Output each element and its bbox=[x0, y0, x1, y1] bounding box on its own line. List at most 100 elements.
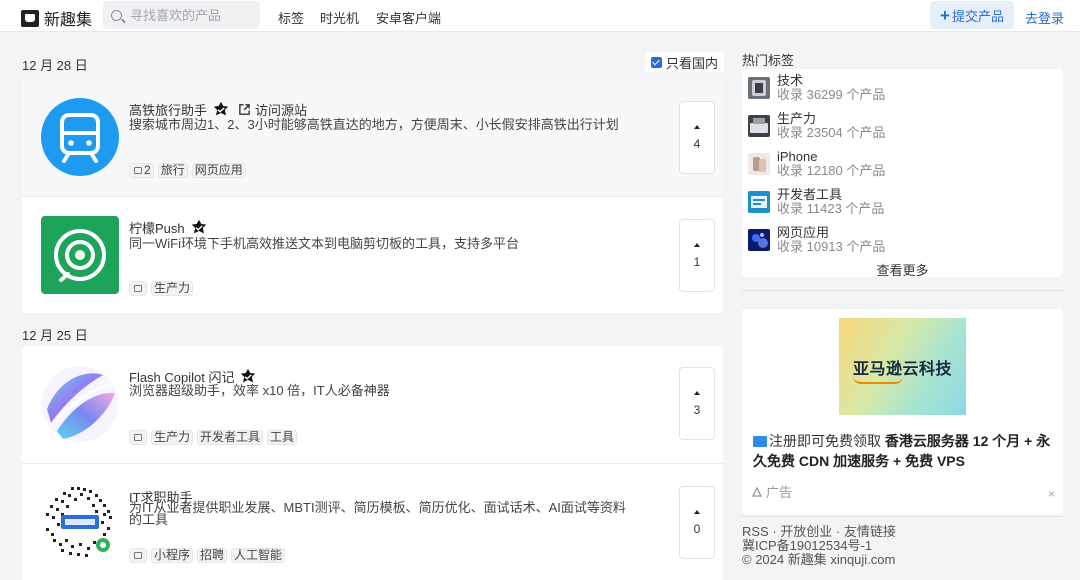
comment-count-chip[interactable] bbox=[129, 548, 147, 563]
vote-count: 3 bbox=[693, 402, 701, 417]
ad-text[interactable]: 注册即可免费领取 香港云服务器 12 个月 + 永久免费 CDN 加速服务 + … bbox=[753, 431, 1058, 471]
comment-icon bbox=[134, 434, 142, 441]
tag-chip[interactable]: 人工智能 bbox=[231, 548, 286, 563]
divider bbox=[742, 516, 1063, 517]
amazon-smile-icon bbox=[853, 376, 903, 384]
domestic-only-label: 只看国内 bbox=[666, 55, 719, 71]
tag-chip[interactable]: 开发者工具 bbox=[197, 430, 264, 445]
vote-count: 0 bbox=[693, 521, 701, 536]
submit-product-button[interactable]: + 提交产品 bbox=[930, 1, 1014, 29]
hot-tag-item[interactable]: 开发者工具 收录 11423 个产品 bbox=[748, 183, 884, 221]
tag-count: 收录 36299 个产品 bbox=[777, 87, 886, 102]
tag-name: 生产力 bbox=[777, 111, 817, 126]
ad-text-prefix: 注册即可免费领取 bbox=[769, 433, 885, 449]
comment-icon bbox=[134, 285, 142, 292]
product-description: 同一WiFi环境下手机高效推送文本到电脑剪切板的工具，支持多平台 bbox=[129, 236, 519, 251]
plus-icon: + bbox=[940, 5, 950, 25]
comment-icon bbox=[134, 552, 142, 559]
vote-count: 1 bbox=[693, 254, 701, 269]
product-description: 浏览器超级助手，效率 x10 倍，IT人必备神器 bbox=[129, 383, 390, 398]
tag-count: 收录 10913 个产品 bbox=[777, 239, 886, 254]
flash-copilot-icon[interactable] bbox=[41, 365, 119, 443]
upvote-button[interactable]: 1 bbox=[679, 219, 715, 292]
upvote-arrow-icon bbox=[694, 509, 700, 514]
webapp-thumb bbox=[748, 229, 770, 251]
footer: RSS · 开放创业 · 友情链接 冀ICP备19012534号-1 © 202… bbox=[742, 525, 896, 567]
top-nav: 新趣集 标签 时光机 安卓客户端 + 提交产品 去登录 bbox=[0, 0, 1080, 32]
search-icon bbox=[111, 9, 122, 21]
product-list-card: Flash Copilot 闪记 浏览器超级助手，效率 x10 倍，IT人必备神… bbox=[22, 346, 723, 580]
productivity-thumb bbox=[748, 115, 770, 137]
comment-icon bbox=[134, 167, 142, 174]
external-link-icon bbox=[239, 104, 250, 115]
footer-links[interactable]: RSS · 开放创业 · 友情链接 bbox=[742, 525, 896, 539]
see-more-link[interactable]: 查看更多 bbox=[742, 260, 1063, 279]
tag-name: 网页应用 bbox=[777, 225, 830, 240]
upvote-button[interactable]: 3 bbox=[679, 367, 715, 440]
hot-tags-title: 热门标签 bbox=[742, 53, 795, 68]
tag-chip[interactable]: 网页应用 bbox=[191, 163, 246, 178]
ad-image[interactable]: 亚马逊云科技 bbox=[839, 318, 966, 415]
tag-chip[interactable]: 生产力 bbox=[151, 430, 194, 445]
hot-tag-item[interactable]: 网页应用 收录 10913 个产品 bbox=[748, 221, 885, 259]
qr-code-icon[interactable] bbox=[41, 483, 119, 561]
ad-card[interactable]: 亚马逊云科技 注册即可免费领取 香港云服务器 12 个月 + 永久免费 CDN … bbox=[742, 309, 1063, 514]
logo-icon bbox=[21, 9, 39, 27]
comment-count-chip[interactable] bbox=[129, 281, 147, 296]
close-icon[interactable]: × bbox=[1048, 487, 1055, 501]
verified-badge-icon bbox=[213, 101, 229, 115]
nav-android[interactable]: 安卓客户端 bbox=[376, 8, 441, 27]
comment-count: 2 bbox=[144, 163, 151, 177]
comment-count-chip[interactable]: 2 bbox=[129, 163, 154, 178]
upvote-arrow-icon bbox=[694, 242, 700, 247]
product-item[interactable]: 高铁旅行助手 访问源站 搜索城市周边1、2、3小时能够高铁直达的地方，方便周末、… bbox=[22, 79, 723, 196]
comment-count-chip[interactable] bbox=[129, 430, 147, 445]
ad-triangle-icon bbox=[752, 486, 762, 497]
divider bbox=[742, 290, 1063, 291]
tag-chip[interactable]: 招聘 bbox=[197, 548, 228, 563]
nav-tags[interactable]: 标签 bbox=[278, 8, 304, 27]
tag-count: 收录 12180 个产品 bbox=[777, 163, 886, 178]
tag-chip[interactable]: 小程序 bbox=[151, 548, 194, 563]
tag-name: 技术 bbox=[777, 73, 804, 88]
ad-label: 广告 bbox=[752, 482, 792, 501]
verified-badge-icon bbox=[191, 219, 206, 233]
tag-chip[interactable]: 生产力 bbox=[151, 281, 194, 296]
upvote-arrow-icon bbox=[694, 390, 700, 395]
lemon-push-icon[interactable] bbox=[41, 216, 119, 294]
vote-count: 4 bbox=[693, 136, 701, 151]
logo[interactable]: 新趣集 bbox=[21, 6, 92, 30]
upvote-button[interactable]: 4 bbox=[679, 101, 715, 174]
checkbox-checked-icon[interactable] bbox=[651, 56, 662, 68]
date-header: 12 月 28 日 bbox=[22, 58, 88, 73]
product-description: 为IT从业者提供职业发展、MBTI测评、简历模板、简历优化、面试话术、AI面试等… bbox=[129, 500, 626, 527]
nav-timeline[interactable]: 时光机 bbox=[320, 8, 359, 27]
tech-thumb bbox=[748, 77, 770, 99]
product-item[interactable]: 柠檬Push 同一WiFi环境下手机高效推送文本到电脑剪切板的工具，支持多平台 … bbox=[22, 196, 723, 313]
tag-name: iPhone bbox=[777, 149, 818, 164]
train-icon[interactable] bbox=[41, 98, 119, 176]
tag-name: 开发者工具 bbox=[777, 187, 843, 202]
domestic-only-filter[interactable]: 只看国内 bbox=[645, 52, 725, 72]
upvote-arrow-icon bbox=[694, 124, 700, 129]
hot-tag-item[interactable]: 生产力 收录 23504 个产品 bbox=[748, 107, 885, 145]
hot-tag-item[interactable]: 技术 收录 36299 个产品 bbox=[748, 69, 885, 107]
submit-label: 提交产品 bbox=[951, 8, 1004, 24]
search-input[interactable] bbox=[130, 7, 255, 23]
tag-chip[interactable]: 工具 bbox=[267, 430, 298, 445]
tag-chip[interactable]: 旅行 bbox=[157, 163, 188, 178]
free-badge-icon bbox=[753, 436, 767, 447]
footer-icp[interactable]: 冀ICP备19012534号-1 bbox=[742, 539, 896, 553]
login-link[interactable]: 去登录 bbox=[1025, 8, 1064, 27]
product-item[interactable]: Flash Copilot 闪记 浏览器超级助手，效率 x10 倍，IT人必备神… bbox=[22, 346, 723, 463]
devtools-thumb bbox=[748, 191, 770, 213]
upvote-button[interactable]: 0 bbox=[679, 486, 715, 559]
iphone-thumb bbox=[748, 153, 770, 175]
search-box[interactable] bbox=[103, 1, 260, 29]
hot-tag-item[interactable]: iPhone 收录 12180 个产品 bbox=[748, 145, 885, 183]
logo-text: 新趣集 bbox=[44, 12, 93, 29]
product-item[interactable]: IT求职助手 为IT从业者提供职业发展、MBTI测评、简历模板、简历优化、面试话… bbox=[22, 463, 723, 580]
ad-label-text: 广告 bbox=[766, 485, 793, 500]
product-description: 搜索城市周边1、2、3小时能够高铁直达的地方，方便周末、小长假安排高铁出行计划 bbox=[129, 117, 619, 132]
product-name[interactable]: 柠檬Push bbox=[129, 218, 185, 237]
